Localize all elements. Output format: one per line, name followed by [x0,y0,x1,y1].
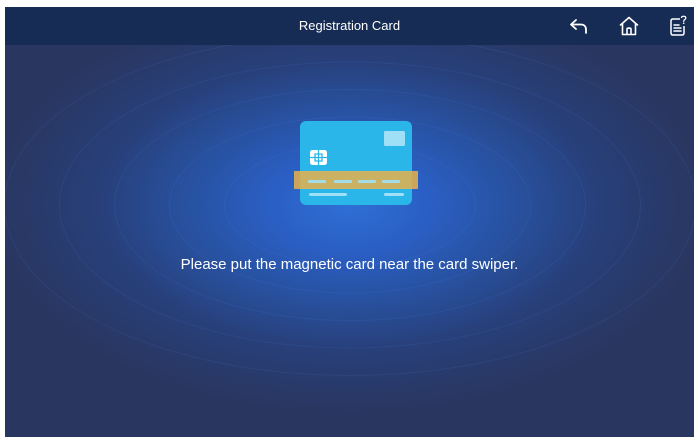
swipe-instruction: Please put the magnetic card near the ca… [180,256,519,273]
magnetic-card-icon [294,121,418,207]
manual-button[interactable] [666,14,690,38]
home-button[interactable] [617,14,641,38]
back-button[interactable] [567,14,591,38]
registration-card-screen: Registration Card Please put the magneti… [5,7,694,437]
title-bar: Registration Card [5,7,694,45]
back-arrow-icon [570,19,587,34]
home-icon [619,16,639,36]
help-document-icon [670,15,687,36]
